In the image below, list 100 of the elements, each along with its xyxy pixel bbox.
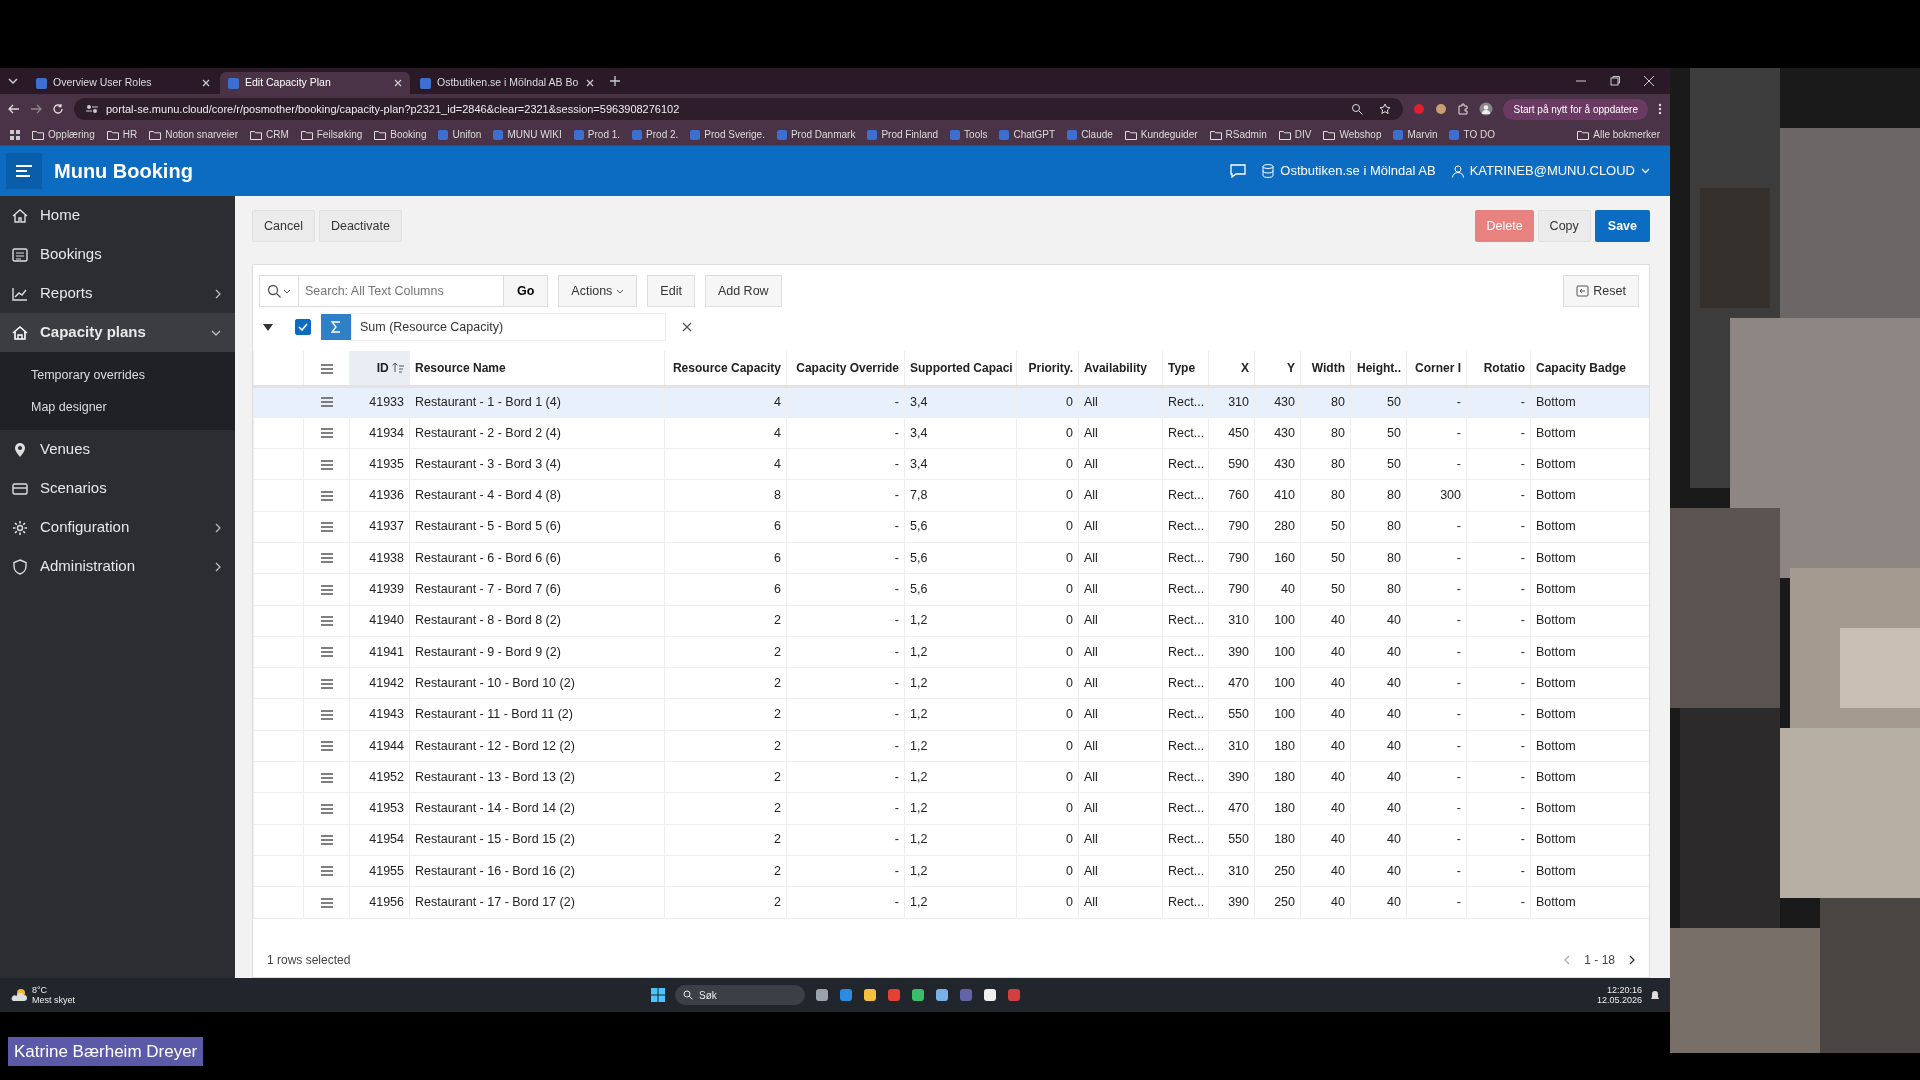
table-cell: 430 — [1274, 394, 1295, 409]
table-cell: 50 — [1331, 519, 1345, 534]
table-row[interactable]: 41941 Restaurant - 9 - Bord 9 (2) 2 - 1,2 0 All Rect... 390 100 40 40 - - Bottom — [253, 636, 1649, 668]
table-row[interactable]: 41943 Restaurant - 11 - Bord 11 (2) 2 - 1,2 0 All Rect... 550 100 40 40 - - Bottom — [253, 698, 1649, 731]
table-cell: 5,6 — [910, 582, 928, 597]
bookmark[interactable]: Prod Finland — [867, 127, 939, 142]
bookmark[interactable]: Prod 1. — [573, 127, 621, 142]
bookmark[interactable]: Claude — [1067, 127, 1113, 142]
column-header[interactable]: ID — [349, 351, 410, 386]
save-button[interactable]: Save — [1594, 209, 1650, 243]
sidebar-item[interactable]: Administration — [0, 547, 235, 586]
table-cell: Rect... — [1168, 519, 1205, 534]
sidebar-item[interactable]: Scenarios — [0, 469, 235, 508]
bookmark[interactable]: Alle bokmerker — [1577, 127, 1660, 142]
bookmark[interactable]: Webshop — [1323, 127, 1382, 142]
toolbar-button[interactable]: Copy — [1537, 209, 1591, 243]
browser-tab[interactable]: Overview User Roles — [28, 72, 218, 94]
taskbar-app-icon — [863, 988, 877, 1002]
sidebar-subitem[interactable]: Map designer — [0, 391, 235, 423]
sidebar-item[interactable]: Configuration — [0, 508, 235, 547]
table-row[interactable]: 41935 Restaurant - 3 - Bord 3 (4) 4 - 3,4 0 All Rect... 590 430 80 50 - - Bottom — [253, 448, 1649, 480]
sidebar-item[interactable]: Home — [0, 196, 235, 235]
table-cell: Bottom — [1536, 644, 1576, 659]
bookmark[interactable]: ChatGPT — [999, 127, 1056, 142]
table-cell: 0 — [1066, 613, 1073, 628]
company-selector[interactable]: Ostbutiken.se i Mölndal AB — [1262, 161, 1436, 181]
edit-button[interactable]: Edit — [647, 275, 695, 307]
table-cell: 40 — [1331, 644, 1345, 659]
folder-icon — [249, 129, 262, 140]
table-row[interactable]: 41953 Restaurant - 14 - Bord 14 (2) 2 - 1,2 0 All Rect... 470 180 40 40 - - Bottom — [253, 792, 1649, 825]
table-cell: 41952 — [369, 769, 404, 784]
bookmark[interactable]: Feilsøking — [300, 127, 363, 142]
table-row[interactable]: 41952 Restaurant - 13 - Bord 13 (2) 2 - 1,2 0 All Rect... 390 180 40 40 - - Bottom — [253, 761, 1649, 793]
zoom-icon — [1351, 103, 1364, 115]
table-row[interactable]: 41936 Restaurant - 4 - Bord 4 (8) 8 - 7,8 0 All Rect... 760 410 80 80 300 - Bottom — [253, 479, 1649, 512]
filter-checkbox[interactable] — [295, 319, 311, 335]
table-row[interactable]: 41940 Restaurant - 8 - Bord 8 (2) 2 - 1,2 0 All Rect... 310 100 40 40 - - Bottom — [253, 605, 1649, 637]
bookmark[interactable]: Unifon — [438, 127, 482, 142]
table-row[interactable]: 41942 Restaurant - 10 - Bord 10 (2) 2 - 1,2 0 All Rect... 470 100 40 40 - - Bottom — [253, 667, 1649, 699]
bookmark[interactable]: Marvin — [1393, 127, 1438, 142]
table-row[interactable]: 41939 Restaurant - 7 - Bord 7 (6) 6 - 5,6 0 All Rect... 790 40 50 80 - - Bottom — [253, 573, 1649, 606]
table-row[interactable]: 41937 Restaurant - 5 - Bord 5 (6) 6 - 5,6 0 All Rect... 790 280 50 80 - - Bottom — [253, 511, 1649, 543]
row-menu-icon — [320, 647, 333, 658]
table-row[interactable]: 41933 Restaurant - 1 - Bord 1 (4) 4 - 3,4 0 All Rect... 310 430 80 50 - - Bottom — [253, 386, 1649, 418]
address-bar[interactable]: portal-se.munu.cloud/core/r/posmother/booking/capacity-plan?p2321_id=2846&clear=2321&session=5963908276102 — [74, 98, 1404, 120]
search-column-selector[interactable] — [259, 275, 299, 307]
bookmark[interactable]: TO DO — [1449, 127, 1495, 142]
table-cell: - — [894, 582, 899, 597]
go-button[interactable]: Go — [504, 275, 549, 307]
taskbar-app-icon — [887, 988, 901, 1002]
add-row-button[interactable]: Add Row — [704, 275, 782, 307]
table-cell: 2 — [774, 675, 781, 690]
pin-icon — [12, 441, 28, 458]
bookmark[interactable]: Prod Sverige. — [690, 127, 765, 142]
bookmark[interactable]: RSadmin — [1209, 127, 1267, 142]
table-cell: 40 — [1387, 613, 1401, 628]
table-row[interactable]: 41954 Restaurant - 15 - Bord 15 (2) 2 - 1,2 0 All Rect... 550 180 40 40 - - Bottom — [253, 824, 1649, 856]
bookmark[interactable]: DIV — [1278, 127, 1312, 142]
table-cell: - — [1456, 582, 1461, 597]
sidebar-item[interactable]: Capacity plans — [0, 313, 235, 352]
table-cell: 310 — [1228, 394, 1249, 409]
bookmark[interactable]: CRM — [249, 127, 289, 142]
sidebar-item[interactable]: Reports — [0, 274, 235, 313]
table-row[interactable]: 41956 Restaurant - 17 - Bord 17 (2) 2 - 1,2 0 All Rect... 390 250 40 40 - - Bottom — [253, 886, 1649, 919]
taskbar-search[interactable]: Søk — [675, 985, 805, 1005]
sidebar-subitem[interactable]: Temporary overrides — [0, 359, 235, 391]
table-row[interactable]: 41934 Restaurant - 2 - Bord 2 (4) 4 - 3,4 0 All Rect... 450 430 80 50 - - Bottom — [253, 417, 1649, 449]
table-cell: - — [894, 394, 899, 409]
bookmark[interactable]: MUNU WIKI — [493, 127, 562, 142]
table-cell: - — [1456, 801, 1461, 816]
user-menu[interactable]: KATRINEB@MUNU.CLOUD — [1451, 161, 1650, 181]
close-icon — [586, 79, 594, 87]
browser-tab[interactable]: Ostbutiken.se i Mölndal AB Bo — [412, 72, 602, 94]
update-button[interactable]: Start på nytt for å oppdatere — [1503, 98, 1648, 120]
bookmark[interactable]: HR — [106, 127, 138, 142]
menu-button[interactable] — [6, 153, 42, 189]
sidebar-item[interactable]: Bookings — [0, 235, 235, 274]
table-cell: - — [1520, 519, 1525, 534]
bookmark[interactable]: Opplæring — [32, 127, 95, 142]
bookmark[interactable]: Booking — [374, 127, 427, 142]
bookmark[interactable]: Tools — [950, 127, 988, 142]
sidebar-item[interactable]: Venues — [0, 430, 235, 469]
table-row[interactable]: 41938 Restaurant - 6 - Bord 6 (6) 6 - 5,6 0 All Rect... 790 160 50 80 - - Bottom — [253, 542, 1649, 574]
folder-icon — [32, 129, 44, 140]
extension-icon — [1435, 103, 1448, 115]
table-cell: 41953 — [369, 801, 404, 816]
actions-button[interactable]: Actions — [558, 275, 638, 307]
reset-button[interactable]: Reset — [1563, 275, 1639, 307]
bookmark[interactable]: Prod 2. — [632, 127, 679, 142]
toolbar-button[interactable]: Cancel — [252, 209, 315, 243]
bookmark[interactable]: Prod Danmark — [776, 127, 856, 142]
search-field[interactable]: Search: All Text Columns — [299, 275, 504, 307]
bookmark[interactable]: Notion snarveier — [149, 127, 238, 142]
toolbar-button[interactable]: Deactivate — [318, 209, 402, 243]
bookmark[interactable]: Kundeguider — [1124, 127, 1198, 142]
table-cell: - — [1456, 769, 1461, 784]
browser-tab[interactable]: Edit Capacity Plan — [220, 72, 410, 94]
table-cell: - — [1456, 394, 1461, 409]
table-row[interactable]: 41944 Restaurant - 12 - Bord 12 (2) 2 - 1,2 0 All Rect... 310 180 40 40 - - Bottom — [253, 730, 1649, 762]
table-row[interactable]: 41955 Restaurant - 16 - Bord 16 (2) 2 - 1,2 0 All Rect... 310 250 40 40 - - Bottom — [253, 855, 1649, 887]
